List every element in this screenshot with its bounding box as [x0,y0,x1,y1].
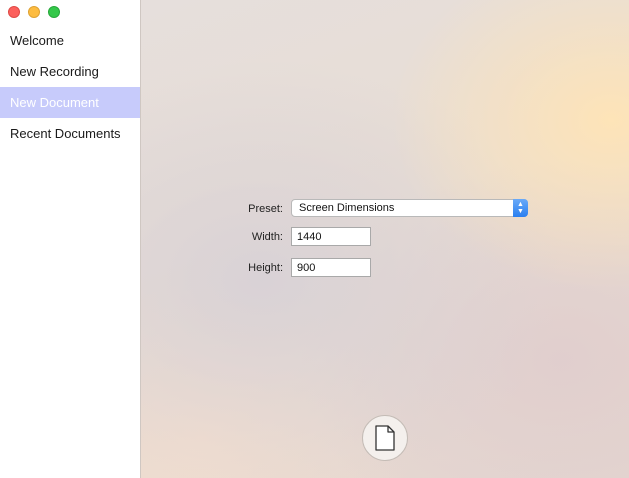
sidebar: Welcome New Recording New Document Recen… [0,0,141,478]
height-input[interactable] [291,258,371,277]
create-document-button[interactable] [362,415,408,461]
height-label: Height: [248,262,283,274]
sidebar-item-welcome[interactable]: Welcome [0,25,140,56]
sidebar-item-new-recording[interactable]: New Recording [0,56,140,87]
width-label: Width: [251,231,283,243]
document-icon [375,425,395,451]
preset-label: Preset: [248,203,283,215]
minimize-window-button[interactable] [28,6,40,18]
sidebar-item-new-document[interactable]: New Document [0,87,140,118]
height-row: Height: [141,258,629,278]
zoom-window-button[interactable] [48,6,60,18]
width-input[interactable] [291,227,371,246]
preset-select[interactable]: Screen Dimensions ▲ ▼ [291,199,528,217]
sidebar-item-recent-documents[interactable]: Recent Documents [0,118,140,149]
main-panel: Preset: Screen Dimensions ▲▼ Width: Heig… [141,0,629,478]
width-row: Width: [141,227,629,247]
app-window: Welcome New Recording New Document Recen… [0,0,629,478]
sidebar-nav: Welcome New Recording New Document Recen… [0,25,140,149]
window-controls [8,6,60,18]
close-window-button[interactable] [8,6,20,18]
select-arrows-icon: ▲ ▼ [513,199,528,217]
preset-select-value: Screen Dimensions [299,202,395,214]
preset-row: Preset: Screen Dimensions ▲ ▼ [141,199,629,219]
